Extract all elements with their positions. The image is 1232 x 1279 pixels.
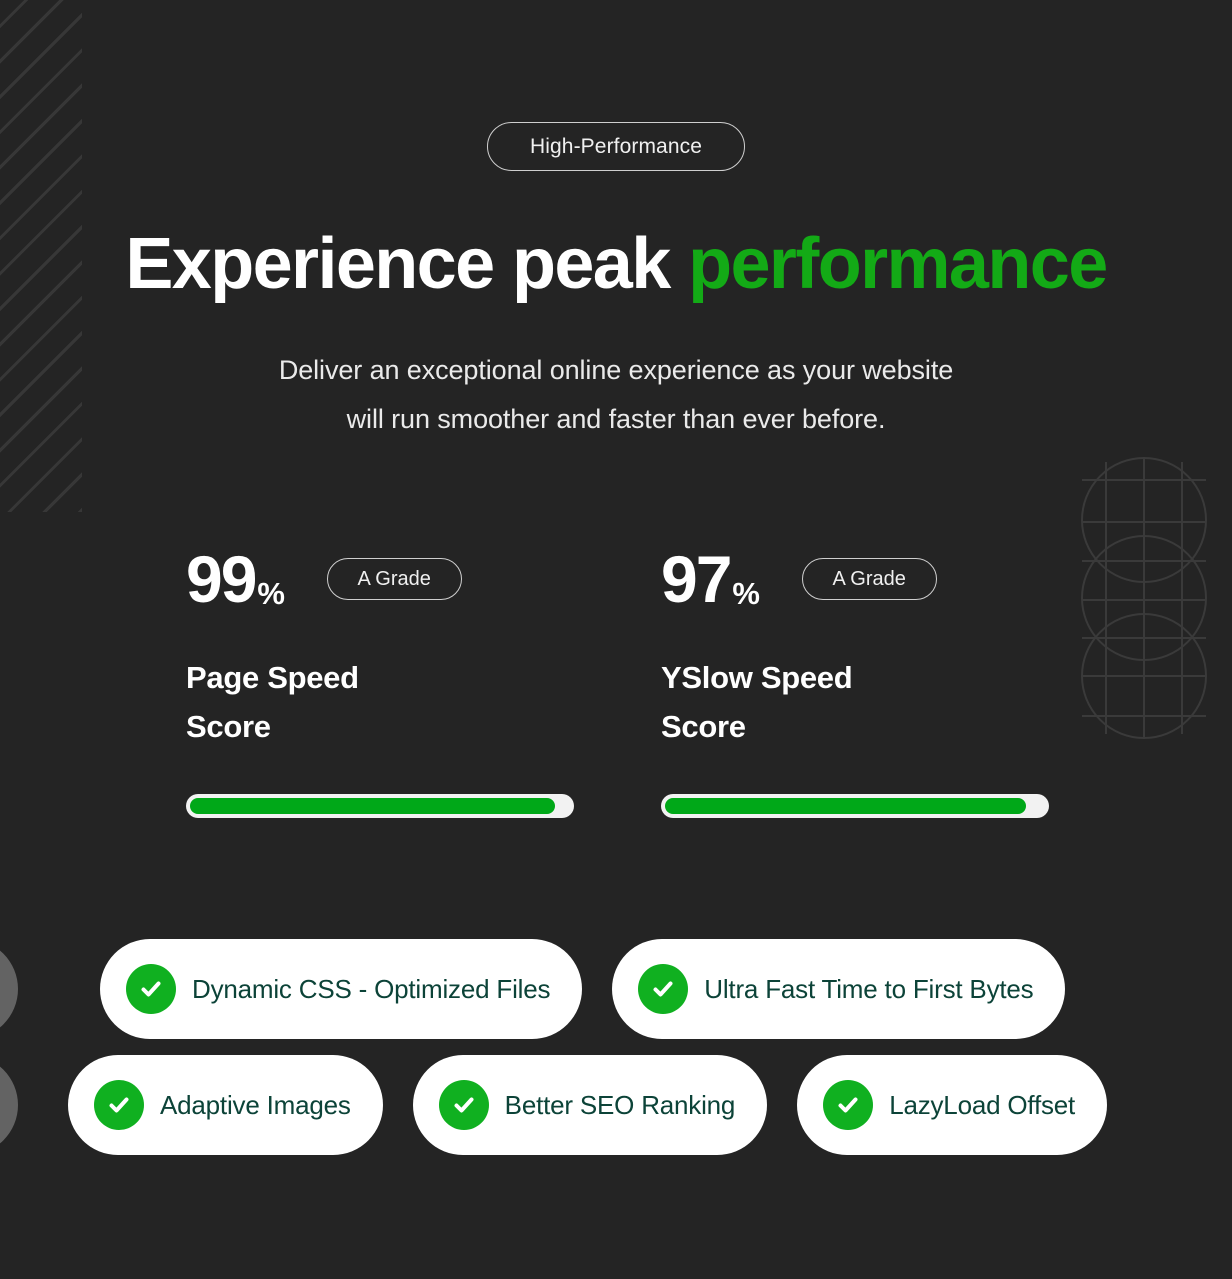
grade-badge: A Grade	[326, 558, 462, 600]
feature-pill-row-2: Adaptive Images Better SEO Ranking LazyL…	[0, 1054, 1232, 1156]
feature-pill-edge-left[interactable]	[0, 939, 18, 1039]
progress-track	[186, 793, 574, 818]
score-card-page-speed: 99% A Grade Page Speed Score	[186, 540, 576, 818]
score-cards: 99% A Grade Page Speed Score 97% A Grade…	[186, 540, 1116, 818]
feature-pill-label: Ultra Fast Time to First Bytes	[704, 974, 1034, 1004]
eyebrow-badge-container: High-Performance	[0, 122, 1232, 171]
feature-pill-adaptive-images[interactable]: Adaptive Images	[68, 1055, 383, 1155]
feature-pill-better-seo-ranking[interactable]: Better SEO Ranking	[412, 1055, 768, 1155]
check-circle-icon	[126, 964, 176, 1014]
headline-accent-text: performance	[688, 224, 1108, 304]
score-value: 99	[186, 542, 257, 616]
feature-pill-row-1: Dynamic CSS - Optimized Files Ultra Fast…	[0, 938, 1232, 1040]
subtitle-line-1: Deliver an exceptional online experience…	[278, 355, 954, 385]
score-label: YSlow Speed Score	[661, 660, 853, 744]
check-circle-icon	[823, 1080, 874, 1130]
score-label: Page Speed Score	[186, 660, 359, 744]
feature-pill-label: LazyLoad Offset	[889, 1090, 1076, 1120]
page-title: Experience peak performance	[0, 224, 1232, 304]
grade-badge: A Grade	[801, 558, 937, 600]
feature-pill-dynamic-css[interactable]: Dynamic CSS - Optimized Files	[100, 939, 583, 1039]
feature-pill-lazyload-offset[interactable]: LazyLoad Offset	[797, 1055, 1108, 1155]
feature-pill-marquee: Dynamic CSS - Optimized Files Ultra Fast…	[0, 938, 1232, 1170]
eyebrow-badge: High-Performance	[487, 122, 745, 171]
feature-pill-label: Dynamic CSS - Optimized Files	[192, 974, 551, 1004]
check-circle-icon	[94, 1080, 144, 1130]
feature-pill-label: Adaptive Images	[160, 1090, 351, 1120]
check-circle-icon	[638, 964, 689, 1014]
score-unit: %	[257, 576, 285, 611]
score-header: 97% A Grade	[661, 540, 1051, 618]
score-unit: %	[732, 576, 760, 611]
hero-section: High-Performance Experience peak perform…	[0, 0, 1232, 1279]
progress-fill	[190, 797, 555, 814]
score-header: 99% A Grade	[186, 540, 576, 618]
subtitle-line-2: will run smoother and faster than ever b…	[346, 404, 886, 435]
headline-plain-text: Experience peak	[125, 224, 689, 304]
score-value: 97	[661, 542, 732, 616]
score-value-wrapper: 99%	[186, 546, 285, 612]
progress-fill	[665, 797, 1026, 814]
check-circle-icon	[438, 1080, 489, 1130]
feature-pill-label: Better SEO Ranking	[504, 1090, 736, 1120]
feature-pill-ultra-fast-ttfb[interactable]: Ultra Fast Time to First Bytes	[612, 939, 1066, 1039]
score-value-wrapper: 97%	[661, 546, 760, 612]
score-card-yslow-speed: 97% A Grade YSlow Speed Score	[661, 540, 1051, 818]
hero-subtitle: Deliver an exceptional online experience…	[0, 346, 1232, 444]
progress-track	[661, 793, 1049, 818]
feature-pill-edge-left[interactable]	[0, 1055, 18, 1155]
